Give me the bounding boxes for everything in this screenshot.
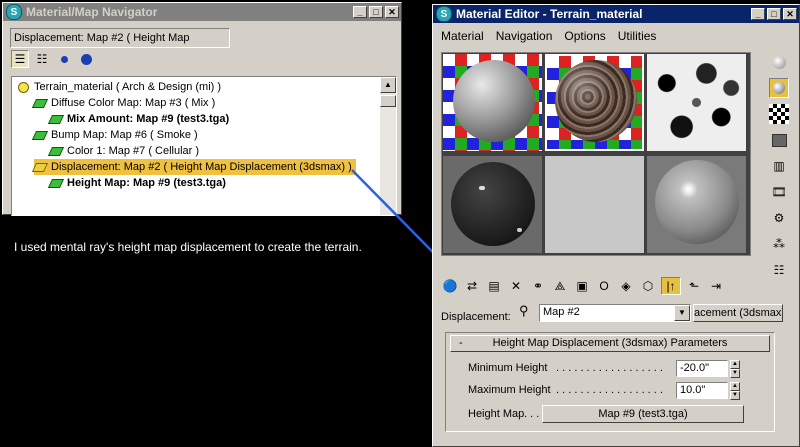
select-by-material-icon[interactable]: ⁂ <box>769 234 789 254</box>
assign-to-selection-icon[interactable]: ▤ <box>485 277 503 295</box>
show-end-result-icon[interactable]: ⬡ <box>639 277 657 295</box>
parameters-rollout: - Height Map Displacement (3dsmax) Param… <box>445 332 775 432</box>
rollout-header[interactable]: - Height Map Displacement (3dsmax) Param… <box>450 335 770 352</box>
maximize-icon[interactable]: □ <box>767 8 781 20</box>
height-map-label: Height Map <box>468 408 525 420</box>
video-color-check-icon[interactable]: ▥ <box>769 156 789 176</box>
max-height-input[interactable]: 10.0" <box>676 382 728 399</box>
show-map-icon[interactable]: ◈ <box>617 277 635 295</box>
reset-map-icon[interactable]: ✕ <box>507 277 525 295</box>
sample-slot-6[interactable] <box>647 156 746 253</box>
background-checker-icon[interactable] <box>769 104 789 124</box>
editor-toolbar: 🔵 ⇄ ▤ ✕ ⚭ ⟁ ▣ O ◈ ⬡ |↑ ⬑ ⇥ <box>441 277 725 295</box>
min-height-spinner[interactable]: ▲ ▼ <box>730 360 740 378</box>
editor-menubar: Material Navigation Options Utilities <box>437 27 656 45</box>
rollout-title: Height Map Displacement (3dsmax) Paramet… <box>492 337 728 349</box>
material-map-navigator-icon[interactable]: ☷ <box>769 260 789 280</box>
sample-slot-5[interactable] <box>545 156 644 253</box>
pick-material-icon[interactable]: ⚲ <box>519 303 529 319</box>
put-to-scene-icon[interactable]: ⇄ <box>463 277 481 295</box>
menu-material[interactable]: Material <box>441 27 484 45</box>
menu-options[interactable]: Options <box>564 27 605 45</box>
chevron-down-icon[interactable]: ▼ <box>674 305 690 321</box>
menu-utilities[interactable]: Utilities <box>618 27 657 45</box>
sample-uv-icon[interactable] <box>769 130 789 150</box>
minimize-icon[interactable]: _ <box>751 8 765 20</box>
map-type-button[interactable]: acement (3dsmax) <box>693 304 783 322</box>
sample-slot-3[interactable] <box>647 54 746 151</box>
dots-separator: . . . . . . . . . . . . . . . . . . . . … <box>556 384 666 396</box>
dots-separator: . . . . . . . . . . . . . . . . . . . . … <box>556 362 666 374</box>
side-toolbar: ▥ 🎞 ⚙ ⁂ ☷ <box>769 52 793 286</box>
min-height-input[interactable]: -20.0" <box>676 360 728 377</box>
show-end-result-toggle-icon[interactable]: |↑ <box>661 277 681 295</box>
material-editor-window: S Material Editor - Terrain_material _ □… <box>432 4 800 447</box>
editor-title: Material Editor - Terrain_material <box>456 7 643 21</box>
material-id-icon[interactable]: O <box>595 277 613 295</box>
go-to-parent-icon[interactable]: ⬑ <box>685 277 703 295</box>
close-icon[interactable]: ✕ <box>783 8 797 20</box>
make-copy-icon[interactable]: ⚭ <box>529 277 547 295</box>
sample-slot-1[interactable] <box>443 54 542 151</box>
sample-slot-4[interactable] <box>443 156 542 253</box>
min-height-label: Minimum Height <box>468 362 548 374</box>
make-unique-icon[interactable]: ⟁ <box>551 277 569 295</box>
app-icon: S <box>436 6 452 22</box>
put-to-library-icon[interactable]: ▣ <box>573 277 591 295</box>
displacement-label: Displacement: <box>441 311 511 323</box>
go-forward-sibling-icon[interactable]: ⇥ <box>707 277 725 295</box>
dots-separator: . . . <box>524 408 540 420</box>
height-map-button[interactable]: Map #9 (test3.tga) <box>542 405 744 423</box>
rollout-toggle: - <box>459 337 463 349</box>
menu-navigation[interactable]: Navigation <box>496 27 553 45</box>
options-icon[interactable]: ⚙ <box>769 208 789 228</box>
sample-slot-2[interactable] <box>545 54 644 151</box>
map-name-dropdown[interactable]: Map #2 ▼ <box>539 304 691 322</box>
editor-title-bar[interactable]: S Material Editor - Terrain_material _ □… <box>433 5 799 23</box>
backlight-icon[interactable] <box>769 78 789 98</box>
max-height-spinner[interactable]: ▲ ▼ <box>730 382 740 400</box>
sample-type-icon[interactable] <box>769 52 789 72</box>
sample-slots <box>441 52 751 256</box>
make-preview-icon[interactable]: 🎞 <box>769 182 789 202</box>
get-material-icon[interactable]: 🔵 <box>441 277 459 295</box>
max-height-label: Maximum Height <box>468 384 551 396</box>
